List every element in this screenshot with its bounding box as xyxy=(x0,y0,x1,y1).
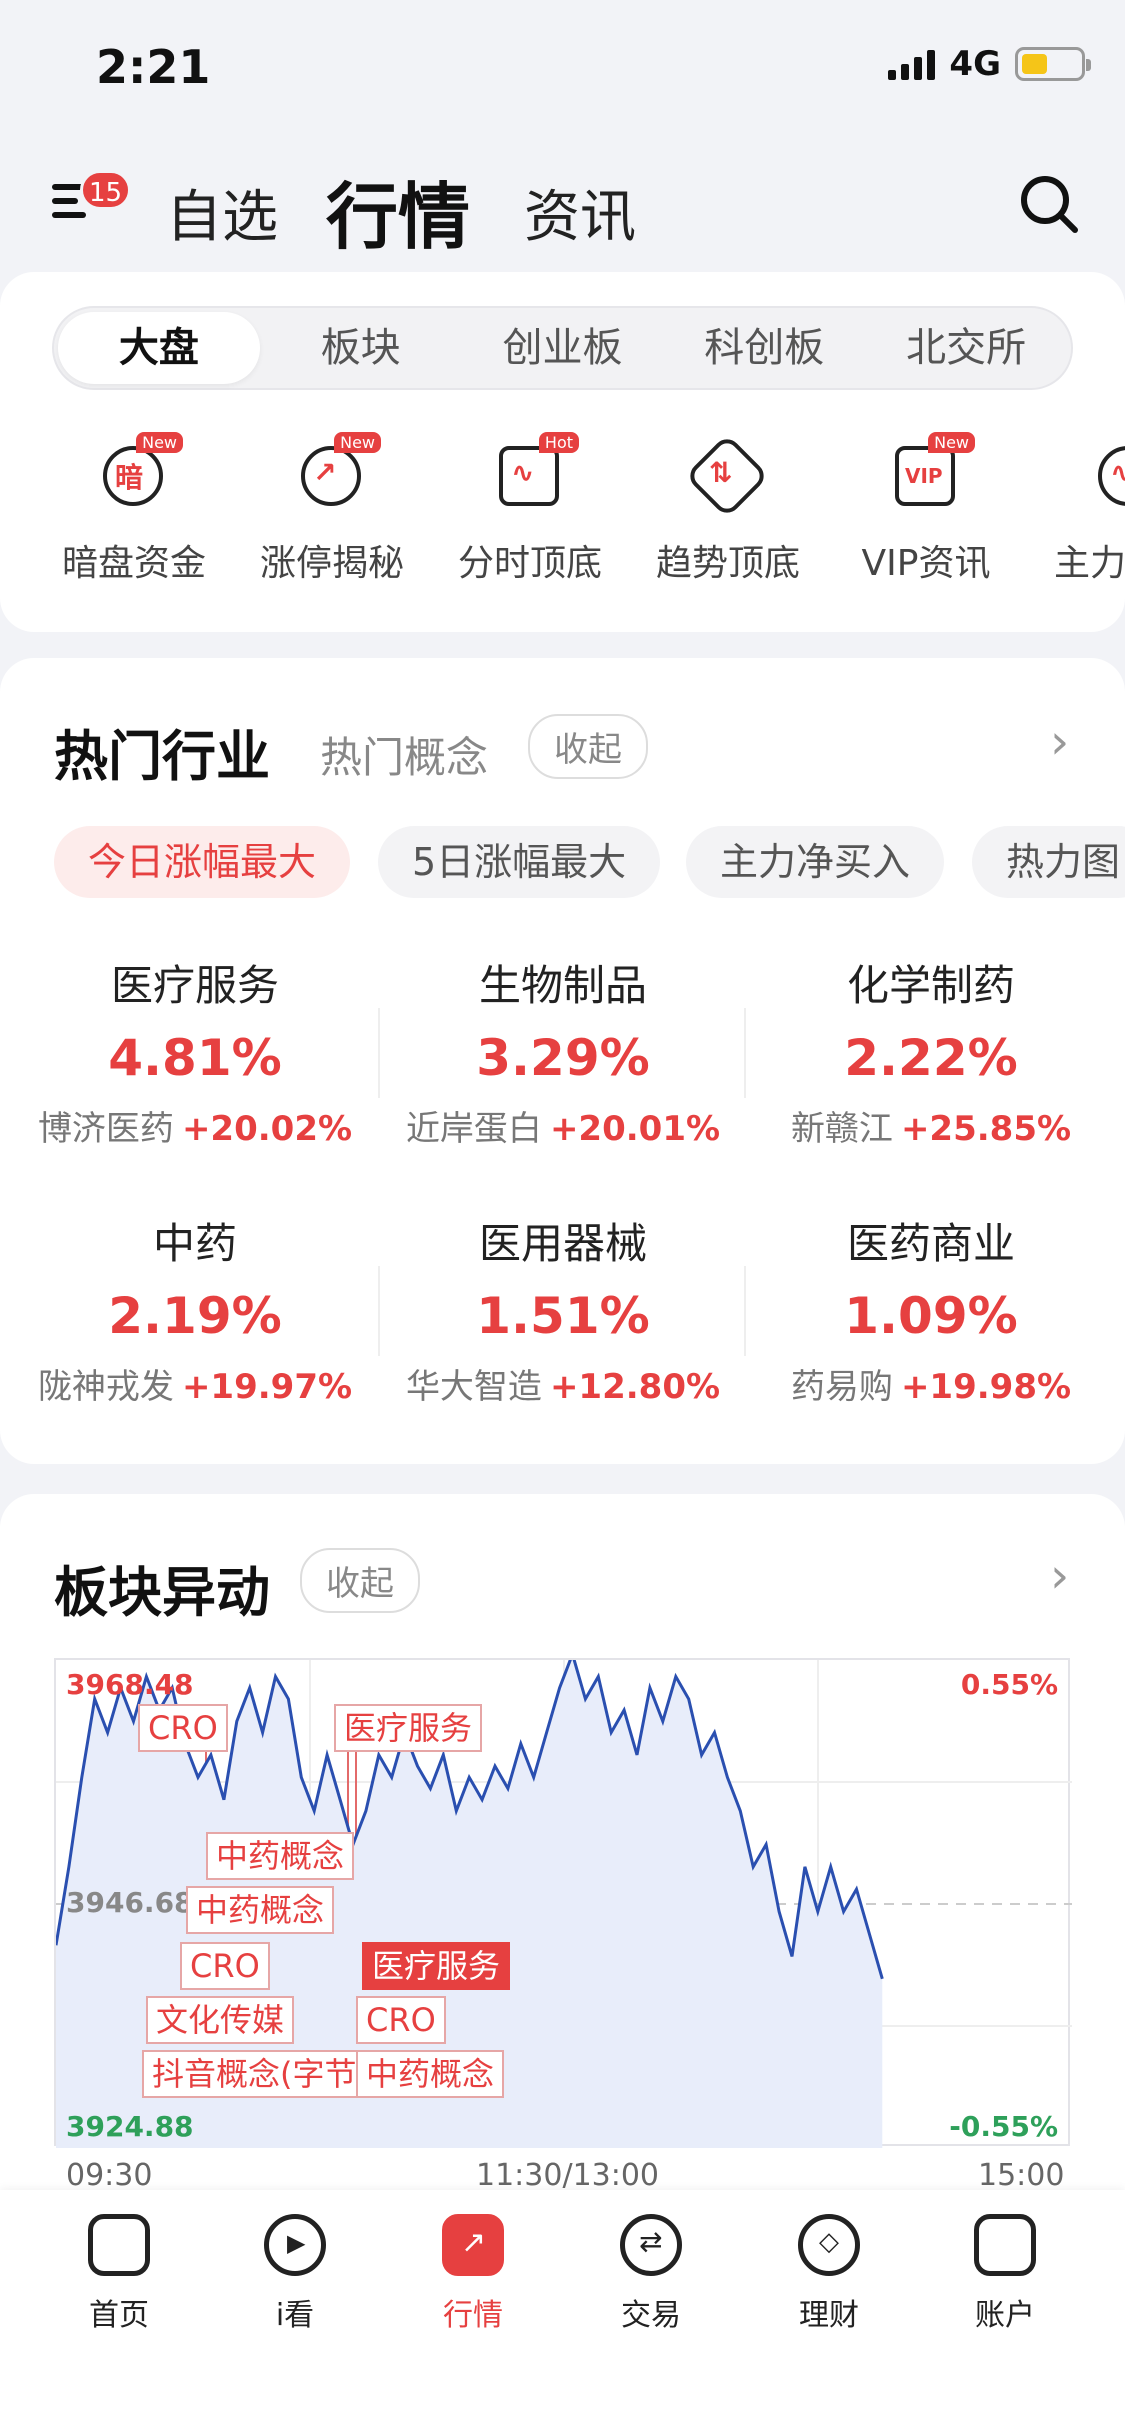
segment-bse[interactable]: 北交所 xyxy=(865,312,1067,384)
x-label-open: 09:30 xyxy=(66,2158,153,2193)
status-time: 2:21 xyxy=(96,40,211,94)
trend-up-icon: ↗ xyxy=(442,2214,504,2276)
home-icon xyxy=(88,2214,150,2276)
sector-tag[interactable]: 抖音概念(字节 xyxy=(142,2050,367,2098)
y-mid-label: 3946.68 xyxy=(66,1886,194,1919)
industry-item[interactable]: 医疗服务 4.81% 博济医药 +20.02% xyxy=(30,952,360,1150)
sector-tag[interactable]: CRO xyxy=(138,1704,228,1752)
x-label-midday: 11:30/13:00 xyxy=(476,2158,660,2193)
limit-up-icon: ↗ New xyxy=(297,432,381,508)
dark-pool-icon: 暗 New xyxy=(99,432,183,508)
segment-sectors[interactable]: 板块 xyxy=(260,312,462,384)
industry-item[interactable]: 医药商业 1.09% 药易购 +19.98% xyxy=(766,1210,1096,1408)
sector-tag[interactable]: 医疗服务 xyxy=(334,1704,483,1752)
industry-item[interactable]: 医用器械 1.51% 华大智造 +12.80% xyxy=(398,1210,728,1408)
segment-star-market[interactable]: 科创板 xyxy=(663,312,865,384)
segment-main-board[interactable]: 大盘 xyxy=(58,312,260,384)
divider xyxy=(378,1266,380,1356)
quick-intraday-top-bottom[interactable]: ∿ Hot 分时顶底 xyxy=(440,432,620,586)
segment-chinext[interactable]: 创业板 xyxy=(462,312,664,384)
status-indicators: 4G xyxy=(888,44,1091,84)
intraday-chart-icon: ∿ Hot xyxy=(495,432,579,508)
quick-dark-pool[interactable]: 暗 New 暗盘资金 xyxy=(44,432,224,586)
main-force-icon: ∿ xyxy=(1094,438,1125,508)
sector-tag[interactable]: 文化传媒 xyxy=(146,1996,295,2044)
network-label: 4G xyxy=(949,44,1001,84)
battery-icon xyxy=(1015,47,1091,81)
chevron-right-icon[interactable]: › xyxy=(1050,714,1069,770)
quick-limit-up[interactable]: ↗ New 涨停揭秘 xyxy=(242,432,422,586)
sector-tag[interactable]: 医疗服务 xyxy=(362,1942,511,1990)
tab-watch[interactable]: ▶ i看 xyxy=(220,2214,370,2334)
sector-tag[interactable]: CRO xyxy=(180,1942,270,1990)
hot-concept-tab[interactable]: 热门概念 xyxy=(320,724,488,785)
industry-item[interactable]: 化学制药 2.22% 新赣江 +25.85% xyxy=(766,952,1096,1150)
divider xyxy=(744,1266,746,1356)
x-label-close: 15:00 xyxy=(978,2158,1065,2193)
tab-account[interactable]: 账户 xyxy=(930,2214,1080,2334)
notification-badge: 15 xyxy=(80,170,132,210)
divider xyxy=(378,1008,380,1098)
sector-tag[interactable]: 中药概念 xyxy=(186,1886,335,1934)
quick-trend-top-bottom[interactable]: ⇅ 趋势顶底 xyxy=(638,433,818,586)
chip-today-top[interactable]: 今日涨幅最大 xyxy=(54,826,351,898)
collapse-button[interactable]: 收起 xyxy=(528,714,648,779)
swap-icon: ⇄ xyxy=(620,2214,682,2276)
intraday-chart[interactable]: 3968.48 3946.68 3924.88 0.55% -0.55% CRO… xyxy=(54,1658,1072,2148)
industry-item[interactable]: 中药 2.19% 陇神戎发 +19.97% xyxy=(30,1210,360,1408)
trend-icon: ⇅ xyxy=(684,433,770,519)
tab-home[interactable]: 首页 xyxy=(44,2214,194,2334)
market-segment-control: 大盘 板块 创业板 科创板 北交所 xyxy=(52,306,1073,390)
search-icon[interactable] xyxy=(1017,172,1081,236)
chip-net-buy[interactable]: 主力净买入 xyxy=(686,826,945,898)
play-icon: ▶ xyxy=(264,2214,326,2276)
divider xyxy=(744,1008,746,1098)
tab-quotes[interactable]: ↗ 行情 xyxy=(398,2214,548,2334)
pct-low-label: -0.55% xyxy=(949,2110,1058,2143)
y-low-label: 3924.88 xyxy=(66,2110,194,2143)
quick-vip-news[interactable]: VIP New VIP资讯 xyxy=(836,432,1016,586)
hot-industry-title[interactable]: 热门行业 xyxy=(54,712,270,791)
tab-watchlist[interactable]: 自选 xyxy=(166,172,278,253)
tab-news[interactable]: 资讯 xyxy=(524,172,636,253)
chip-heatmap[interactable]: 热力图 xyxy=(972,826,1125,898)
quick-main-force[interactable]: ∿ 主力 xyxy=(1050,438,1125,586)
tab-trade[interactable]: ⇄ 交易 xyxy=(576,2214,726,2334)
sector-tag[interactable]: CRO xyxy=(356,1996,446,2044)
y-high-label: 3968.48 xyxy=(66,1668,194,1701)
chip-5day-top[interactable]: 5日涨幅最大 xyxy=(378,826,661,898)
sector-tag[interactable]: 中药概念 xyxy=(206,1832,355,1880)
industry-item[interactable]: 生物制品 3.29% 近岸蛋白 +20.01% xyxy=(398,952,728,1150)
sector-movers-title: 板块异动 xyxy=(54,1561,270,1624)
bottom-tab-bar: 首页 ▶ i看 ↗ 行情 ⇄ 交易 ◇ 理财 账户 xyxy=(0,2190,1125,2436)
movers-collapse-button[interactable]: 收起 xyxy=(300,1548,420,1613)
chevron-right-icon[interactable]: › xyxy=(1050,1548,1069,1604)
signal-icon xyxy=(888,48,936,80)
account-icon xyxy=(974,2214,1036,2276)
sector-tag[interactable]: 中药概念 xyxy=(356,2050,505,2098)
tab-wealth[interactable]: ◇ 理财 xyxy=(754,2214,904,2334)
pct-high-label: 0.55% xyxy=(960,1668,1058,1701)
diamond-icon: ◇ xyxy=(798,2214,860,2276)
tab-market[interactable]: 行情 xyxy=(326,158,470,263)
vip-icon: VIP New xyxy=(891,432,975,508)
